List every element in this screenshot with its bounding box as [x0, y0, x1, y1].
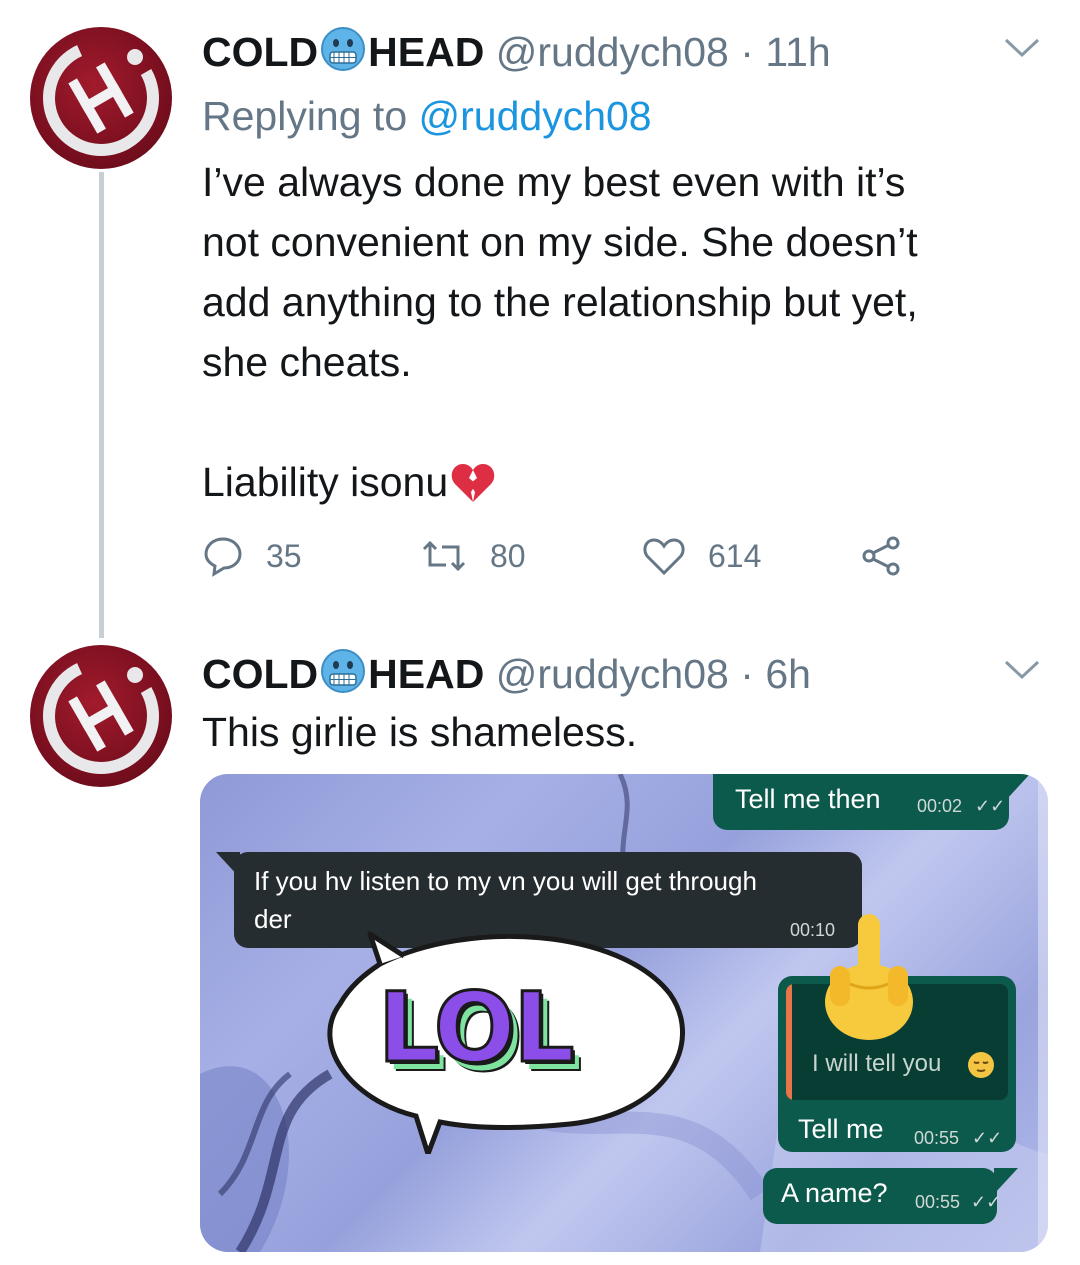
like-button[interactable]: 614	[642, 535, 761, 577]
tweet-body: I’ve always done my best even with it’s …	[202, 152, 918, 520]
double-check-icon: ✓✓	[972, 1128, 1003, 1148]
chat-message-text: der	[254, 904, 292, 934]
retweet-icon	[422, 540, 466, 572]
share-icon	[862, 536, 900, 576]
tweet-time[interactable]: 11h	[765, 29, 830, 75]
avatar[interactable]	[30, 645, 172, 787]
chat-message-time: 00:55	[914, 1128, 960, 1148]
thread-line	[99, 172, 104, 638]
chat-message-text: Tell me	[798, 1114, 884, 1144]
chat-message-time: 00:55	[915, 1192, 961, 1212]
bubble-tail	[994, 1168, 1018, 1194]
replying-label: Replying to	[202, 93, 419, 139]
tweet-body-line: add anything to the relationship but yet…	[202, 279, 918, 325]
bubble-tail	[1006, 774, 1030, 800]
hermes-logo-icon	[43, 40, 159, 156]
separator-dot: ·	[740, 29, 754, 75]
broken-heart-emoji-icon	[450, 460, 496, 520]
heart-icon	[643, 538, 685, 576]
display-name-part1[interactable]: COLD	[202, 29, 318, 75]
user-handle[interactable]: @ruddych08	[496, 29, 729, 75]
tweet-body-line: she cheats.	[202, 339, 412, 385]
retweet-button[interactable]: 80	[420, 535, 526, 577]
hermes-logo-icon	[43, 658, 159, 774]
chat-message-text: If you hv listen to my vn you will get t…	[254, 866, 757, 896]
user-handle[interactable]: @ruddych08	[496, 651, 729, 697]
cold-face-emoji-icon	[320, 26, 366, 82]
reply-button[interactable]: 35	[202, 535, 302, 577]
reply-icon	[204, 537, 242, 577]
chat-message-time: 00:02	[917, 796, 963, 816]
bubble-tail	[216, 852, 240, 878]
chat-bubble-outgoing: A name? 00:55 ✓✓	[763, 1168, 1001, 1224]
chat-message-text: A name?	[781, 1178, 888, 1208]
reply-count: 35	[266, 537, 302, 574]
tweet-header: COLD HEAD @ruddych08 · 6h	[202, 648, 811, 704]
tweet-body-line: Liability isonu	[202, 459, 449, 505]
middle-finger-emoji-icon	[814, 914, 924, 1049]
tweet-body-line: I’ve always done my best even with it’s	[202, 159, 906, 205]
tweet-body-line: This girlie is shameless.	[202, 709, 638, 755]
lol-sticker: LOL	[320, 924, 700, 1154]
tweet-media-image[interactable]: Tell me then 00:02 ✓✓ If you hv listen t…	[200, 774, 1048, 1252]
tweet-body: This girlie is shameless.	[202, 702, 637, 762]
share-button[interactable]	[860, 535, 926, 577]
retweet-count: 80	[490, 537, 526, 574]
quoted-message-text: I will tell you	[812, 1050, 942, 1077]
separator-dot: ·	[740, 651, 754, 697]
replying-handle-link[interactable]: @ruddych08	[419, 93, 652, 139]
double-check-icon: ✓✓	[975, 796, 1006, 816]
replying-to: Replying to @ruddych08	[202, 93, 652, 140]
avatar[interactable]	[30, 27, 172, 169]
chevron-down-icon[interactable]	[1002, 36, 1042, 65]
display-name-part2[interactable]: HEAD	[368, 29, 484, 75]
tweet-time[interactable]: 6h	[765, 651, 811, 697]
cold-face-emoji-icon	[320, 648, 366, 704]
like-count: 614	[708, 537, 762, 574]
quote-accent-bar	[786, 984, 792, 1100]
sticker-text: LOL	[377, 971, 577, 1086]
tweet-1[interactable]: COLD HEAD @ruddych08 · 11h Replying to @r…	[0, 0, 1080, 640]
chat-message-text: Tell me then	[735, 784, 881, 814]
chevron-down-icon[interactable]	[1002, 658, 1042, 687]
display-name-part1[interactable]: COLD	[202, 651, 318, 697]
tweet-body-line: not convenient on my side. She doesn’t	[202, 219, 918, 265]
display-name-part2[interactable]: HEAD	[368, 651, 484, 697]
relieved-face-emoji-icon	[966, 1050, 996, 1085]
tweet-header: COLD HEAD @ruddych08 · 11h	[202, 26, 831, 82]
chat-bubble-outgoing: Tell me then 00:02 ✓✓	[713, 774, 1009, 830]
